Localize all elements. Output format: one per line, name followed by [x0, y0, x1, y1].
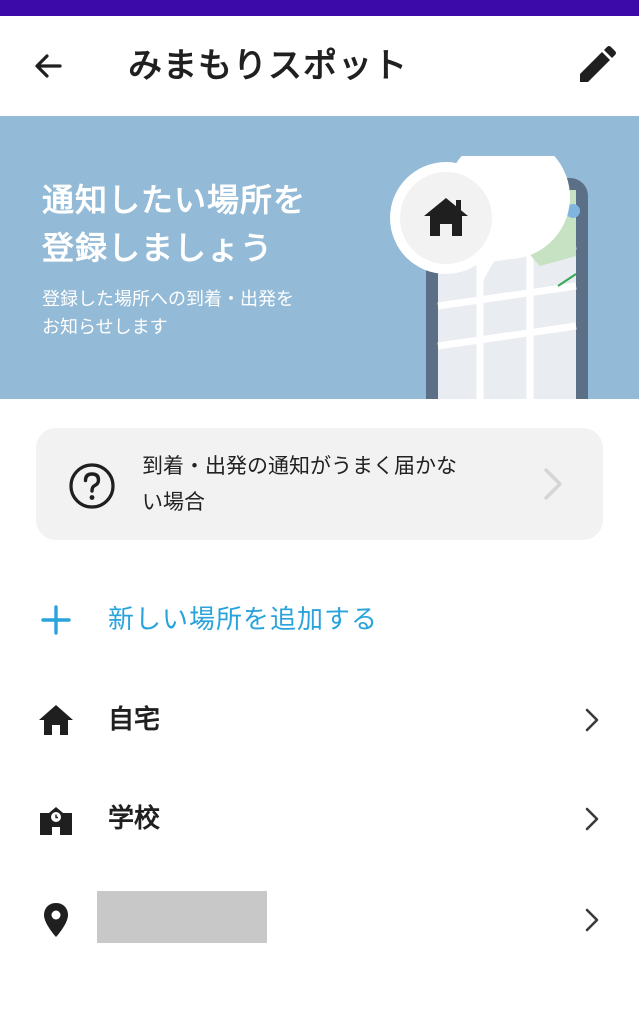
banner-subtitle-line: 登録した場所への到着・出発を	[42, 289, 294, 310]
status-bar	[0, 0, 639, 16]
spot-item-school[interactable]: 学校	[0, 779, 639, 859]
school-icon	[40, 807, 72, 835]
add-spot-label: 新しい場所を追加する	[108, 605, 379, 635]
spot-item-home[interactable]: 自宅	[0, 680, 639, 760]
chevron-right-icon	[585, 807, 599, 831]
add-spot-button[interactable]: 新しい場所を追加する	[36, 590, 603, 650]
arrow-left-icon[interactable]	[28, 46, 68, 86]
spot-label: 学校	[108, 804, 161, 834]
banner-subtitle-line: お知らせします	[42, 317, 168, 338]
pencil-icon[interactable]	[574, 44, 618, 88]
chevron-right-icon	[585, 708, 599, 732]
spot-item-custom[interactable]	[0, 880, 639, 960]
chevron-right-icon	[544, 468, 562, 500]
chevron-right-icon	[585, 908, 599, 932]
home-icon	[39, 705, 73, 735]
help-card-text-line: 到着・出発の通知がうまく届かな	[142, 454, 457, 478]
spot-label: 自宅	[108, 705, 161, 735]
plus-icon	[41, 605, 71, 635]
banner-headline-line: 登録しましょう	[42, 229, 274, 267]
banner-subtitle: 登録した場所への到着・出発を お知らせします	[42, 286, 382, 342]
location-pin-icon	[44, 903, 68, 937]
app-bar: みまもりスポット	[0, 16, 639, 116]
help-card-text-line: い場合	[142, 490, 205, 514]
help-card-text: 到着・出発の通知がうまく届かな い場合	[142, 448, 532, 520]
redacted-spot-label	[97, 891, 267, 943]
notification-help-card[interactable]: 到着・出発の通知がうまく届かな い場合	[36, 428, 603, 540]
question-circle-icon	[69, 463, 115, 509]
page-title: みまもりスポット	[128, 46, 408, 86]
hero-banner: 通知したい場所を 登録しましょう 登録した場所への到着・出発を お知らせします	[0, 116, 639, 399]
phone-map-illustration	[390, 156, 588, 399]
banner-headline-line: 通知したい場所を	[42, 181, 307, 219]
banner-headline: 通知したい場所を 登録しましょう	[42, 176, 382, 272]
